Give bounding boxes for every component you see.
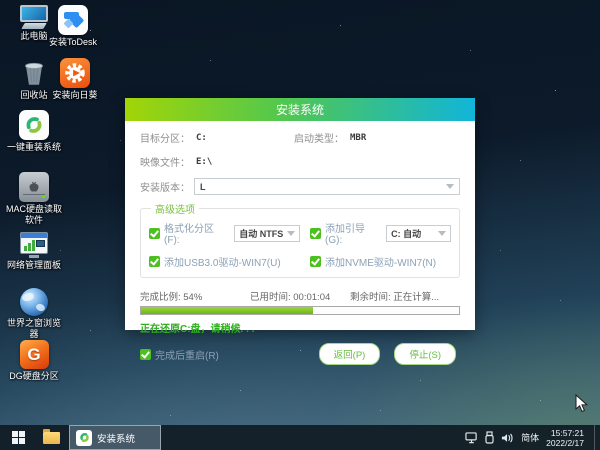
- nvme-driver-checkbox[interactable]: [310, 256, 321, 267]
- desktop-icon-browser[interactable]: 世界之窗浏览器: [4, 288, 64, 340]
- dialog-title: 安装系统: [275, 103, 324, 117]
- install-system-app-icon: [76, 429, 92, 446]
- desktop-icon-label: DG硬盘分区: [9, 371, 59, 381]
- target-partition-value: C:: [196, 132, 207, 143]
- start-button[interactable]: [0, 425, 36, 450]
- install-version-select[interactable]: L: [194, 178, 460, 195]
- diskgenius-icon: G: [19, 340, 49, 369]
- format-partition-label: 格式化分区(F):: [164, 224, 214, 246]
- nvme-driver-label: 添加NVME驱动-WIN7(N): [325, 258, 437, 269]
- add-boot-checkbox[interactable]: [310, 227, 321, 239]
- sunflower-icon: [60, 58, 90, 88]
- restart-after-checkbox[interactable]: [140, 348, 151, 360]
- format-partition-checkbox[interactable]: [149, 227, 160, 239]
- star-field: [0, 0, 1, 1]
- format-partition-value: 自动 NTFS: [239, 228, 284, 239]
- add-boot-value: C: 自动: [391, 228, 422, 239]
- desktop-icon-label: 安装ToDesk: [48, 37, 97, 47]
- desktop-icon-reinstall[interactable]: 一键重装系统: [2, 110, 66, 153]
- advanced-options-legend: 高级选项: [155, 205, 195, 216]
- add-boot-label: 添加引导(G):: [325, 224, 365, 246]
- restore-status-text: 正在还原C:盘，请稍候. . .: [140, 324, 255, 335]
- format-partition-select[interactable]: 自动 NTFS: [234, 224, 300, 242]
- show-desktop-button[interactable]: [594, 425, 598, 450]
- install-version-value: L: [200, 181, 206, 192]
- reinstall-system-icon: [19, 110, 49, 140]
- dialog-titlebar[interactable]: 安装系统: [125, 98, 475, 121]
- taskbar-app-label: 安装系统: [97, 433, 136, 445]
- usb3-driver-checkbox[interactable]: [149, 256, 160, 267]
- mac-disk-icon: [19, 172, 49, 202]
- install-system-dialog: 安装系统 目标分区： C: 启动类型： MBR 映像文件： E:\ 安装版本： …: [125, 98, 475, 365]
- boot-type-value: MBR: [350, 132, 367, 143]
- desktop-icon-label: 网络管理面板: [6, 260, 61, 270]
- ime-indicator[interactable]: 简体: [521, 431, 539, 444]
- usb3-driver-label: 添加USB3.0驱动-WIN7(U): [164, 258, 281, 269]
- browser-globe-icon: [20, 288, 48, 316]
- chevron-down-icon: [446, 184, 454, 189]
- clock-date: 2022/2/17: [546, 437, 584, 448]
- image-file-label: 映像文件：: [140, 158, 190, 169]
- boot-type-label: 启动类型：: [294, 134, 344, 145]
- desktop-icon-sunflower[interactable]: 安装向日葵: [44, 58, 106, 101]
- progress-percent-label: 完成比例: 54%: [140, 292, 203, 303]
- stop-button[interactable]: 停止(S): [394, 343, 456, 365]
- remaining-time-label: 剩余时间: 正在计算...: [350, 292, 440, 303]
- network-tray-icon[interactable]: [465, 431, 478, 444]
- desktop-icon-label: 一键重装系统: [6, 142, 61, 152]
- mouse-cursor: [575, 394, 588, 413]
- progress-bar: [140, 306, 460, 315]
- desktop: 此电脑 安装ToDesk 回收站 安装向日葵 一键重装系统 MAC硬盘读取软件 …: [0, 0, 600, 450]
- desktop-icon-label: MAC硬盘读取软件: [6, 204, 62, 225]
- add-boot-select[interactable]: C: 自动: [386, 224, 451, 242]
- network-panel-icon: [20, 232, 48, 258]
- taskbar: 安装系统 简体 15:57:21 2022/2/17: [0, 425, 600, 450]
- restart-after-label: 完成后重启(R): [155, 350, 219, 362]
- target-partition-label: 目标分区：: [140, 134, 190, 145]
- install-version-label: 安装版本：: [140, 183, 190, 194]
- chevron-down-icon: [438, 230, 446, 236]
- windows-logo-icon: [11, 431, 25, 444]
- clock-time: 15:57:21: [550, 427, 584, 438]
- desktop-icon-network-panel[interactable]: 网络管理面板: [2, 232, 66, 271]
- image-file-value: E:\: [196, 156, 213, 167]
- elapsed-time-label: 已用时间: 00:01:04: [250, 292, 331, 303]
- taskbar-clock[interactable]: 15:57:21 2022/2/17: [546, 428, 587, 448]
- volume-tray-icon[interactable]: [501, 432, 514, 444]
- progress-fill: [141, 307, 313, 314]
- desktop-icon-todesk[interactable]: 安装ToDesk: [42, 5, 104, 48]
- desktop-icon-mac-disk[interactable]: MAC硬盘读取软件: [4, 172, 64, 226]
- taskbar-active-app[interactable]: 安装系统: [69, 425, 161, 450]
- chevron-down-icon: [287, 230, 295, 236]
- desktop-icon-label: 安装向日葵: [52, 90, 98, 100]
- usb-tray-icon[interactable]: [485, 431, 494, 444]
- todesk-icon: [58, 5, 88, 35]
- desktop-icon-label: 世界之窗浏览器: [6, 318, 61, 339]
- folder-icon: [42, 428, 60, 444]
- desktop-icon-diskgenius[interactable]: G DG硬盘分区: [4, 340, 64, 382]
- file-explorer-button[interactable]: [36, 425, 66, 450]
- back-button[interactable]: 返回(P): [318, 343, 381, 365]
- advanced-options-group: 高级选项 格式化分区(F): 自动 NTFS 添加引导(G): C: 自动 添加…: [140, 201, 460, 278]
